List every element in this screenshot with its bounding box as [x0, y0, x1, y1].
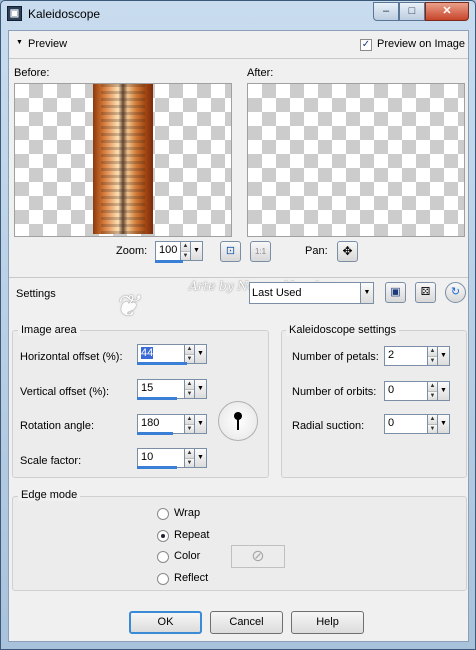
dialog-body: ▼ Preview ✓ Preview on Image Before: Aft…	[8, 30, 469, 642]
chevron-down-icon[interactable]: ▼	[360, 283, 373, 303]
before-preview[interactable]	[14, 83, 232, 237]
rotation-angle-spinner[interactable]: 180 ▲ ▼ ▼	[137, 414, 207, 434]
preview-on-image-checkbox[interactable]: ✓	[360, 39, 372, 51]
rotation-angle-label: Rotation angle:	[20, 420, 94, 432]
save-preset-icon[interactable]: ▣	[385, 282, 406, 303]
close-button[interactable]: ✕	[425, 2, 469, 21]
zoom-dropdown-icon[interactable]: ▼	[191, 241, 203, 261]
scale-factor-slider[interactable]	[137, 466, 177, 469]
after-label: After:	[247, 67, 274, 79]
rotation-dial[interactable]	[218, 401, 258, 441]
divider	[9, 58, 468, 59]
spinner-arrows[interactable]: ▲ ▼	[185, 344, 195, 364]
actual-size-button[interactable]: 1:1	[250, 241, 271, 262]
help-button[interactable]: Help	[291, 611, 364, 634]
scale-factor-label: Scale factor:	[20, 455, 82, 467]
scale-factor-field[interactable]: 10	[137, 448, 185, 468]
radio-wrap[interactable]	[157, 508, 169, 520]
scale-factor-spinner[interactable]: 10 ▲ ▼ ▼	[137, 448, 207, 468]
horizontal-offset-label: Horizontal offset (%):	[20, 351, 123, 363]
preview-toggle-label[interactable]: Preview	[28, 38, 67, 50]
before-label: Before:	[14, 67, 50, 79]
reset-icon[interactable]: ↻	[445, 282, 466, 303]
spinner-arrows[interactable]: ▲ ▼	[428, 381, 438, 401]
window-title: Kaleidoscope	[28, 7, 101, 21]
vertical-offset-label: Vertical offset (%):	[20, 386, 110, 398]
rotation-angle-slider[interactable]	[137, 432, 173, 435]
randomize-icon[interactable]: ⚄	[415, 282, 436, 303]
horizontal-offset-spinner[interactable]: 44 ▲ ▼ ▼	[137, 344, 207, 364]
dial-knob-icon	[234, 412, 242, 420]
preset-value: Last Used	[252, 287, 302, 299]
spinner-arrows[interactable]: ▲ ▼	[185, 448, 195, 468]
petals-field[interactable]: 2	[384, 346, 428, 366]
divider	[9, 277, 468, 278]
chevron-down-icon[interactable]: ▼	[195, 344, 207, 364]
fit-window-icon[interactable]: ⊡	[220, 241, 241, 262]
radio-reflect[interactable]	[157, 573, 169, 585]
color-swatch-disabled-icon[interactable]: ⊘	[231, 545, 285, 568]
chevron-down-icon[interactable]: ▼	[438, 346, 450, 366]
horizontal-offset-field[interactable]: 44	[137, 344, 185, 364]
radio-reflect-label[interactable]: Reflect	[174, 572, 208, 584]
watermark-ornament: ❦	[114, 289, 140, 324]
zoom-spinner[interactable]: 100 ▲ ▼ ▼	[155, 241, 203, 261]
radial-suction-field[interactable]: 0	[384, 414, 428, 434]
spinner-arrows[interactable]: ▲ ▼	[185, 379, 195, 399]
chevron-down-icon[interactable]: ▼	[438, 414, 450, 434]
zoom-arrows[interactable]: ▲ ▼	[181, 241, 191, 261]
spinner-arrows[interactable]: ▲ ▼	[428, 346, 438, 366]
zoom-slider[interactable]	[155, 260, 183, 263]
minimize-button[interactable]: –	[373, 2, 399, 21]
petals-spinner[interactable]: 2 ▲ ▼ ▼	[384, 346, 450, 366]
zoom-label: Zoom:	[116, 245, 148, 257]
radio-repeat-label[interactable]: Repeat	[174, 529, 209, 541]
chevron-down-icon[interactable]: ▼	[195, 379, 207, 399]
radial-suction-label: Radial suction:	[292, 420, 365, 432]
title-bar[interactable]: ▣ Kaleidoscope – □ ✕	[1, 1, 475, 27]
spinner-arrows[interactable]: ▲ ▼	[428, 414, 438, 434]
radio-repeat[interactable]	[157, 530, 169, 542]
horizontal-offset-slider[interactable]	[137, 362, 187, 365]
radio-color-label[interactable]: Color	[174, 550, 200, 562]
settings-label: Settings	[16, 288, 56, 300]
kaleidoscope-dialog: ▣ Kaleidoscope – □ ✕ ▼ Preview ✓ Preview…	[0, 0, 476, 650]
orbits-field[interactable]: 0	[384, 381, 428, 401]
orbits-label: Number of orbits:	[292, 386, 377, 398]
chevron-down-icon[interactable]: ▼	[438, 381, 450, 401]
chevron-down-icon[interactable]: ▼	[195, 448, 207, 468]
pan-label: Pan:	[305, 245, 328, 257]
ok-button[interactable]: OK	[129, 611, 202, 634]
preview-on-image-label[interactable]: Preview on Image	[377, 38, 465, 50]
app-icon: ▣	[7, 6, 22, 21]
image-area-title: Image area	[18, 324, 80, 336]
radio-color[interactable]	[157, 551, 169, 563]
vertical-offset-spinner[interactable]: 15 ▲ ▼ ▼	[137, 379, 207, 399]
vertical-offset-field[interactable]: 15	[137, 379, 185, 399]
zoom-field[interactable]: 100	[155, 241, 181, 261]
preset-dropdown[interactable]: Last Used ▼	[249, 282, 374, 304]
orbits-spinner[interactable]: 0 ▲ ▼ ▼	[384, 381, 450, 401]
move-icon[interactable]: ✥	[337, 241, 358, 262]
maximize-button[interactable]: □	[399, 2, 425, 21]
after-preview[interactable]	[247, 83, 465, 237]
chevron-down-icon[interactable]: ▼	[195, 414, 207, 434]
radial-suction-spinner[interactable]: 0 ▲ ▼ ▼	[384, 414, 450, 434]
radio-wrap-label[interactable]: Wrap	[174, 507, 200, 519]
vertical-offset-slider[interactable]	[137, 397, 177, 400]
collapse-triangle-icon[interactable]: ▼	[16, 39, 23, 46]
before-image	[93, 84, 153, 234]
rotation-angle-field[interactable]: 180	[137, 414, 185, 434]
edge-mode-group	[12, 496, 467, 591]
petals-label: Number of petals:	[292, 351, 379, 363]
kaleidoscope-settings-title: Kaleidoscope settings	[286, 324, 400, 336]
spinner-arrows[interactable]: ▲ ▼	[185, 414, 195, 434]
cancel-button[interactable]: Cancel	[210, 611, 283, 634]
edge-mode-title: Edge mode	[18, 489, 81, 501]
